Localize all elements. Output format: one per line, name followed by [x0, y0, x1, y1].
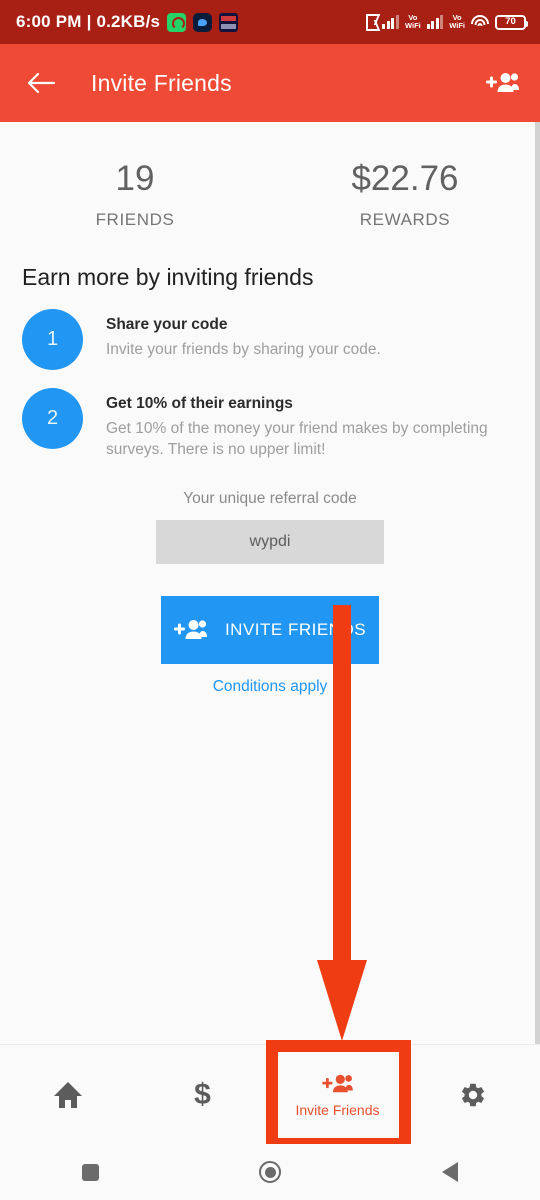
signal-bars-sim1-icon	[382, 15, 399, 29]
bottom-navigation-bar: $ Invite Friends	[0, 1044, 540, 1144]
nav-item-settings[interactable]	[405, 1045, 540, 1144]
step-item-2: 2 Get 10% of their earnings Get 10% of t…	[0, 370, 540, 461]
circle-home-icon	[259, 1161, 281, 1183]
nav-item-invite-friends-label: Invite Friends	[295, 1101, 380, 1118]
person-add-icon-glyph	[486, 73, 519, 92]
android-navigation-bar	[0, 1144, 540, 1200]
step-description-1: Invite your friends by sharing your code…	[106, 340, 381, 358]
home-icon	[53, 1081, 82, 1108]
android-back-button[interactable]	[360, 1162, 540, 1182]
back-arrow-icon	[27, 72, 55, 94]
bluetooth-icon	[365, 13, 376, 31]
vowifi-line2-sim2: WiFi	[449, 21, 465, 30]
wifi-icon	[471, 15, 489, 29]
status-bar: 6:00 PM | 0.2KB/s Vo WiFi Vo WiFi 70	[0, 0, 540, 44]
nav-item-home[interactable]	[0, 1045, 135, 1144]
vertical-scrollbar[interactable]	[535, 122, 540, 1044]
rewards-amount-value: $22.76	[351, 159, 459, 198]
battery-level-label: 70	[505, 16, 516, 28]
app-bar: Invite Friends	[0, 44, 540, 122]
nav-item-invite-friends[interactable]: Invite Friends	[270, 1045, 405, 1144]
step-number-badge-1: 1	[22, 308, 83, 370]
vowifi-label-sim2: Vo WiFi	[449, 14, 465, 30]
android-recents-button[interactable]	[0, 1163, 180, 1181]
invite-friends-button-label: INVITE FRIENDS	[224, 620, 367, 640]
status-bar-right: Vo WiFi Vo WiFi 70	[365, 13, 528, 31]
earn-section-title: Earn more by inviting friends	[22, 263, 314, 290]
status-clock-and-network: 6:00 PM | 0.2KB/s	[16, 12, 161, 31]
stat-friends: 19 FRIENDS	[0, 159, 270, 230]
dollar-icon: $	[194, 1077, 211, 1111]
person-add-icon	[321, 1074, 353, 1092]
step-title-2: Get 10% of their earnings	[106, 394, 293, 412]
status-bar-left: 6:00 PM | 0.2KB/s	[16, 12, 239, 32]
android-home-button[interactable]	[180, 1161, 360, 1183]
nav-item-earnings[interactable]: $	[135, 1045, 270, 1144]
back-button[interactable]	[24, 66, 58, 100]
step-text-2: Get 10% of their earnings Get 10% of the…	[83, 388, 516, 461]
rewards-amount-label: REWARDS	[359, 209, 451, 229]
person-add-icon[interactable]	[484, 66, 522, 100]
page-title: Invite Friends	[91, 69, 232, 96]
times-of-india-icon	[219, 12, 239, 32]
invite-friends-button[interactable]: INVITE FRIENDS	[161, 596, 379, 665]
vowifi-line2-sim1: WiFi	[404, 21, 421, 30]
step-item-1: 1 Share your code Invite your friends by…	[0, 291, 540, 370]
step-text-1: Share your code Invite your friends by s…	[83, 309, 381, 370]
stats-row: 19 FRIENDS $22.76 REWARDS	[0, 122, 540, 230]
gear-icon	[461, 1083, 484, 1106]
friends-count-value: 19	[115, 159, 155, 198]
step-title-1: Share your code	[106, 315, 228, 333]
person-add-icon	[173, 620, 207, 640]
conditions-apply-link[interactable]: Conditions apply	[0, 678, 540, 696]
battery-indicator: 70	[495, 14, 528, 30]
step-number-badge-2: 2	[22, 387, 83, 449]
stat-rewards: $22.76 REWARDS	[270, 159, 540, 230]
signal-bars-sim2-icon	[426, 15, 444, 29]
scroll-content: 19 FRIENDS $22.76 REWARDS Earn more by i…	[0, 122, 540, 1044]
friends-count-label: FRIENDS	[95, 209, 175, 229]
square-recents-icon	[81, 1163, 99, 1181]
triangle-back-icon	[442, 1162, 458, 1182]
whatsapp-icon	[167, 12, 187, 32]
messenger-icon	[193, 12, 213, 32]
referral-code-label: Your unique referral code	[183, 490, 357, 508]
referral-code-value[interactable]: wypdi	[156, 520, 384, 565]
step-description-2: Get 10% of the money your friend makes b…	[106, 419, 488, 458]
vowifi-label-sim1: Vo WiFi	[405, 14, 421, 30]
